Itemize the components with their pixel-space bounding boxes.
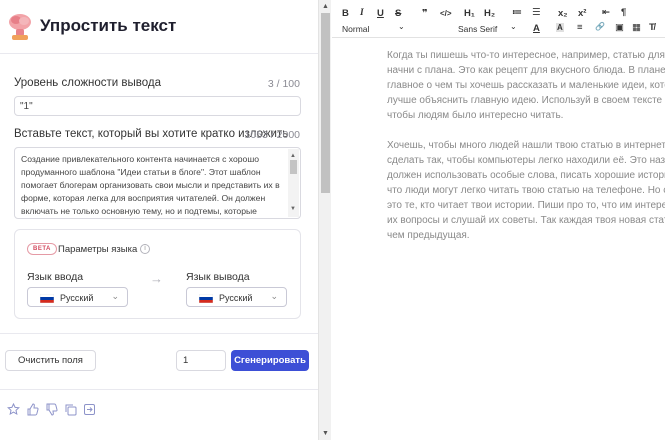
background-color-button[interactable]: A <box>556 23 564 32</box>
output-language-select[interactable]: Русский ⌄ <box>186 287 287 307</box>
language-settings-title: Параметры языка <box>58 244 138 255</box>
scroll-up-icon[interactable]: ▲ <box>322 3 329 10</box>
editor-line: должен использовать особые слова, писать… <box>387 170 665 181</box>
input-language-select[interactable]: Русский ⌄ <box>27 287 128 307</box>
arrow-right-icon: → <box>150 271 163 286</box>
tool-panel: Упростить текст Уровень сложности вывода… <box>0 0 318 440</box>
generate-button[interactable]: Сгенерировать <box>231 350 309 371</box>
align-button[interactable]: ≡ <box>577 22 583 33</box>
ordered-list-button[interactable]: ≔ <box>512 7 522 18</box>
russia-flag-icon <box>40 294 54 303</box>
app-root: Упростить текст Уровень сложности вывода… <box>0 0 665 440</box>
source-line: продуманного шаблона "Идеи статьи в блог… <box>21 167 261 177</box>
editor-content[interactable]: Когда ты пишешь что-то интересное, напри… <box>387 48 665 258</box>
editor-line: начни с плана. Это как рецепт для вкусно… <box>387 65 665 76</box>
link-button[interactable]: 🔗 <box>595 22 605 31</box>
output-language-label: Язык вывода <box>186 271 250 283</box>
italic-button[interactable]: I <box>360 8 364 18</box>
image-button[interactable]: ▣ <box>615 22 624 33</box>
direction-button[interactable]: ¶ <box>621 7 626 18</box>
language-settings-card: BETA Параметры языка i Язык ввода → Язык… <box>14 229 301 319</box>
textarea-scroll-thumb[interactable] <box>290 160 297 174</box>
page-title: Упростить текст <box>40 16 177 35</box>
complexity-label: Уровень сложности вывода <box>14 77 162 89</box>
source-text-count: 1053 / 2000 <box>244 129 300 141</box>
video-button[interactable]: ▦ <box>632 22 641 33</box>
divider <box>0 389 318 390</box>
font-select[interactable]: Sans Serif <box>458 24 497 34</box>
source-line: форме, которая легка для восприятия чита… <box>21 193 266 203</box>
heading2-button[interactable]: H₂ <box>484 8 495 19</box>
panel-scrollbar[interactable]: ▲ ▼ <box>318 0 331 440</box>
editor-paragraph: Хочешь, чтобы много людей нашли твою ста… <box>387 138 665 243</box>
bold-button[interactable]: B <box>342 8 349 19</box>
clean-format-button[interactable]: T̸ <box>649 22 655 33</box>
panel-scroll-thumb[interactable] <box>321 13 330 193</box>
chevron-down-icon: ⌄ <box>270 291 278 301</box>
editor-line: чем предыдущая. <box>387 230 470 241</box>
chevron-down-icon: ⌄ <box>111 291 119 301</box>
divider <box>0 333 318 334</box>
copy-icon[interactable] <box>64 403 77 416</box>
input-language-label: Язык ввода <box>27 271 84 283</box>
font-color-button[interactable]: A <box>533 23 540 34</box>
code-button[interactable]: </> <box>440 9 452 18</box>
format-select[interactable]: Normal <box>342 24 369 34</box>
thumbs-up-icon[interactable] <box>26 403 39 416</box>
editor-line: Когда ты пишешь что-то интересное, напри… <box>387 50 665 61</box>
thumbs-down-icon[interactable] <box>45 403 58 416</box>
clear-fields-button[interactable]: Очистить поля <box>5 350 96 371</box>
quote-button[interactable]: ❞ <box>422 8 428 19</box>
indent-button[interactable]: ⇤ <box>602 7 610 18</box>
feedback-icons <box>7 403 96 416</box>
editor-paragraph: Когда ты пишешь что-то интересное, напри… <box>387 48 665 123</box>
subscript-button[interactable]: x₂ <box>558 8 568 19</box>
chevron-down-icon[interactable]: ⌄ <box>398 22 405 31</box>
underline-button[interactable]: U <box>377 8 384 19</box>
editor-line: сделать так, чтобы компьютеры легко нахо… <box>387 155 665 166</box>
scroll-down-icon[interactable]: ▼ <box>290 203 296 216</box>
complexity-input[interactable]: "1" <box>14 96 301 116</box>
source-line: Создание привлекательного контента начин… <box>21 154 260 164</box>
heading1-button[interactable]: H₁ <box>464 8 475 19</box>
input-language-value: Русский <box>60 293 94 303</box>
textarea-scrollbar[interactable]: ▲ ▼ <box>288 149 299 217</box>
editor-line: чтобы людям было интересно читать. <box>387 110 564 121</box>
output-language-value: Русский <box>219 293 253 303</box>
complexity-count: 3 / 100 <box>267 78 300 90</box>
russia-flag-icon <box>199 294 213 303</box>
source-line: помогает блогерам организовать свои мысл… <box>21 180 280 190</box>
editor-line: это те, кто читает твои истории. Пиши пр… <box>387 200 665 211</box>
rich-text-editor: B I U S ❞ </> H₁ H₂ ≔ ☰ x₂ x² ⇤ ¶ Normal… <box>332 0 665 440</box>
chevron-down-icon[interactable]: ⌄ <box>510 22 517 31</box>
strike-button[interactable]: S <box>395 8 401 19</box>
editor-line: что люди могут легко читать твою статью … <box>387 185 665 196</box>
export-icon[interactable] <box>83 403 96 416</box>
editor-line: их вопросы и слушай их советы. Так кажда… <box>387 215 665 226</box>
info-icon[interactable]: i <box>140 244 150 254</box>
editor-line: лучше объяснить главную идею. Используй … <box>387 95 665 106</box>
quantity-input[interactable]: 1 <box>176 350 226 371</box>
editor-line: Хочешь, чтобы много людей нашли твою ста… <box>387 140 665 151</box>
beta-badge: BETA <box>27 243 57 255</box>
editor-line: главное о чем ты хочешь рассказать и мал… <box>387 80 665 91</box>
source-textarea[interactable]: Создание привлекательного контента начин… <box>14 147 301 219</box>
bullet-list-button[interactable]: ☰ <box>532 7 541 18</box>
panel-header: Упростить текст <box>0 0 318 54</box>
scroll-down-icon[interactable]: ▼ <box>322 430 329 437</box>
brain-logo-icon <box>9 14 31 40</box>
source-line: включать не только основную тему, но и п… <box>21 206 257 216</box>
editor-toolbar: B I U S ❞ </> H₁ H₂ ≔ ☰ x₂ x² ⇤ ¶ Normal… <box>332 0 665 38</box>
star-icon[interactable] <box>7 403 20 416</box>
superscript-button[interactable]: x² <box>578 8 586 19</box>
